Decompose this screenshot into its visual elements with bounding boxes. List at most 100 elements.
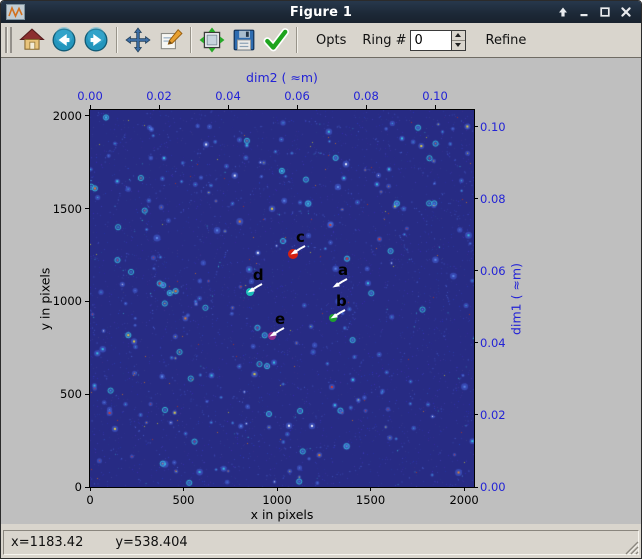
top-tick-mark [158, 105, 160, 109]
statusbar: x=1183.42 y=538.404 [1, 524, 641, 558]
y-tick-label: 500 [60, 387, 82, 402]
toolbar-separator [190, 27, 192, 53]
forward-button[interactable] [81, 25, 111, 55]
maximize-button[interactable] [598, 5, 612, 19]
spin-down-button[interactable] [451, 40, 465, 50]
adjust-image-icon [199, 27, 225, 53]
pan-arrows-icon [125, 27, 151, 53]
maximize-icon [600, 7, 610, 17]
x-tick-mark [463, 487, 465, 491]
resize-grip-icon[interactable] [625, 541, 639, 555]
y-tick-label: 1000 [52, 294, 82, 309]
top-tick-mark [434, 105, 436, 109]
titlebar[interactable]: Figure 1 [1, 1, 641, 23]
opts-button[interactable]: Opts [310, 32, 352, 49]
right-tick-label: 0.04 [480, 335, 506, 350]
right-tick-label: 0.02 [480, 407, 506, 422]
right-tick-label: 0.00 [480, 480, 506, 494]
y-tick-mark [85, 300, 89, 302]
right-tick-mark [474, 270, 478, 272]
back-arrow-icon [52, 27, 76, 52]
window-controls [556, 5, 641, 19]
cursor-y-readout: y=538.404 [115, 535, 188, 550]
top-tick-mark [227, 105, 229, 109]
x-tick-label: 500 [172, 493, 195, 507]
annotation-label: e [274, 309, 286, 328]
pan-button[interactable] [123, 25, 153, 55]
figure-window: Figure 1 Opts Ring # 0 Refine dim2 (≈m)… [0, 0, 642, 559]
x-tick-label: 2000 [449, 493, 479, 507]
top-tick-mark [296, 105, 298, 109]
top-tick-mark [365, 105, 367, 109]
save-button[interactable] [229, 25, 259, 55]
x-axis-title: x in pixels [250, 507, 314, 522]
top-axis-title: dim2 ( ≈m) [246, 70, 318, 85]
x-tick-label: 1500 [355, 493, 386, 507]
y-tick-label: 1500 [52, 201, 82, 216]
close-button[interactable] [619, 5, 633, 19]
matplotlib-logo-icon [6, 4, 26, 20]
minimize-icon [580, 14, 588, 17]
y-tick-mark [85, 208, 89, 210]
save-floppy-icon [233, 29, 255, 51]
green-checkmark-icon [263, 28, 289, 52]
top-tick-label: 0.04 [215, 89, 241, 103]
edit-parameters-button[interactable] [155, 25, 185, 55]
top-tick-mark [89, 105, 91, 109]
ring-number-spinner [450, 30, 465, 50]
annotation-label: a [338, 260, 349, 279]
toolbar: Opts Ring # Refine [1, 23, 641, 58]
cursor-position-panel: x=1183.42 y=538.404 [3, 530, 639, 555]
x-tick-label: 0 [86, 493, 94, 507]
y-tick-label: 2000 [52, 108, 82, 123]
spin-down-icon [455, 43, 462, 47]
diffraction-image[interactable] [90, 110, 474, 487]
refine-button[interactable]: Refine [480, 32, 533, 49]
x-tick-mark [183, 487, 185, 491]
window-title: Figure 1 [289, 4, 353, 20]
right-tick-mark [474, 342, 478, 344]
minimize-button[interactable] [577, 5, 591, 19]
top-tick-label: 0.00 [77, 89, 103, 103]
close-icon [621, 7, 631, 17]
y-tick-label: 0 [74, 480, 82, 494]
apply-button[interactable] [261, 25, 291, 55]
right-tick-mark [474, 414, 478, 416]
right-tick-mark [474, 126, 478, 128]
x-tick-mark [276, 487, 278, 491]
right-tick-mark [474, 198, 478, 200]
cursor-x-readout: x=1183.42 [11, 535, 84, 550]
toolbar-separator [296, 27, 298, 53]
x-tick-mark [370, 487, 372, 491]
back-button[interactable] [49, 25, 79, 55]
forward-arrow-icon [84, 27, 108, 52]
right-tick-label: 0.08 [480, 191, 506, 206]
notepad-pencil-icon [160, 28, 183, 50]
arrow-up-icon [559, 7, 567, 17]
y-tick-mark [85, 393, 89, 395]
figure-canvas: dim2 ( ≈m) x in pixels y in pixels dim1 … [1, 58, 641, 524]
spin-up-icon [455, 33, 462, 37]
right-tick-mark [474, 486, 478, 488]
home-icon [19, 28, 45, 50]
toolbar-separator [116, 27, 118, 53]
top-tick-label: 0.08 [353, 89, 379, 103]
toolbar-grip[interactable] [5, 27, 12, 53]
home-button[interactable] [17, 25, 47, 55]
right-tick-label: 0.10 [480, 119, 506, 134]
adjust-subplots-button[interactable] [197, 25, 227, 55]
ring-number-label: Ring # [362, 32, 407, 48]
y-tick-mark [85, 115, 89, 117]
x-tick-mark [89, 487, 91, 491]
top-tick-label: 0.02 [146, 89, 172, 103]
plot-axes[interactable]: dim2 ( ≈m) x in pixels y in pixels dim1 … [38, 70, 524, 522]
ring-number-input[interactable] [410, 30, 451, 50]
shade-window-button[interactable] [556, 5, 570, 19]
x-tick-label: 1000 [262, 493, 292, 507]
top-tick-label: 0.10 [422, 89, 448, 103]
right-tick-label: 0.06 [480, 263, 506, 278]
spin-up-button[interactable] [451, 30, 465, 41]
top-tick-label: 0.06 [284, 89, 310, 103]
y-tick-mark [85, 486, 89, 488]
annotation-label: d [252, 266, 264, 284]
